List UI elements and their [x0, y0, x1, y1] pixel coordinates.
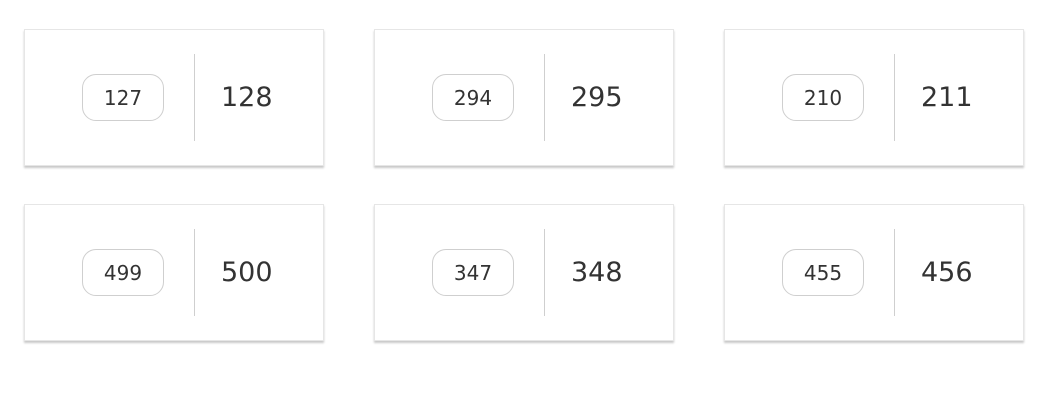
counter-button[interactable]: 210 — [782, 74, 864, 121]
card-divider — [894, 229, 895, 316]
counter-card: 127 128 — [24, 29, 324, 166]
card-divider — [894, 54, 895, 141]
counter-button[interactable]: 499 — [82, 249, 164, 296]
card-divider — [194, 54, 195, 141]
counter-value: 348 — [571, 257, 623, 288]
counter-card-grid: 127 128 294 295 210 211 499 500 347 348 … — [24, 29, 1024, 341]
counter-value: 128 — [221, 82, 273, 113]
counter-card: 210 211 — [724, 29, 1024, 166]
card-divider — [194, 229, 195, 316]
counter-card: 347 348 — [374, 204, 674, 341]
counter-button[interactable]: 347 — [432, 249, 514, 296]
counter-button[interactable]: 127 — [82, 74, 164, 121]
counter-value: 500 — [221, 257, 273, 288]
counter-value: 295 — [571, 82, 623, 113]
card-divider — [544, 54, 545, 141]
counter-value: 456 — [921, 257, 973, 288]
counter-value: 211 — [921, 82, 973, 113]
counter-card: 455 456 — [724, 204, 1024, 341]
counter-card: 499 500 — [24, 204, 324, 341]
counter-button[interactable]: 455 — [782, 249, 864, 296]
counter-button[interactable]: 294 — [432, 74, 514, 121]
card-divider — [544, 229, 545, 316]
counter-card: 294 295 — [374, 29, 674, 166]
